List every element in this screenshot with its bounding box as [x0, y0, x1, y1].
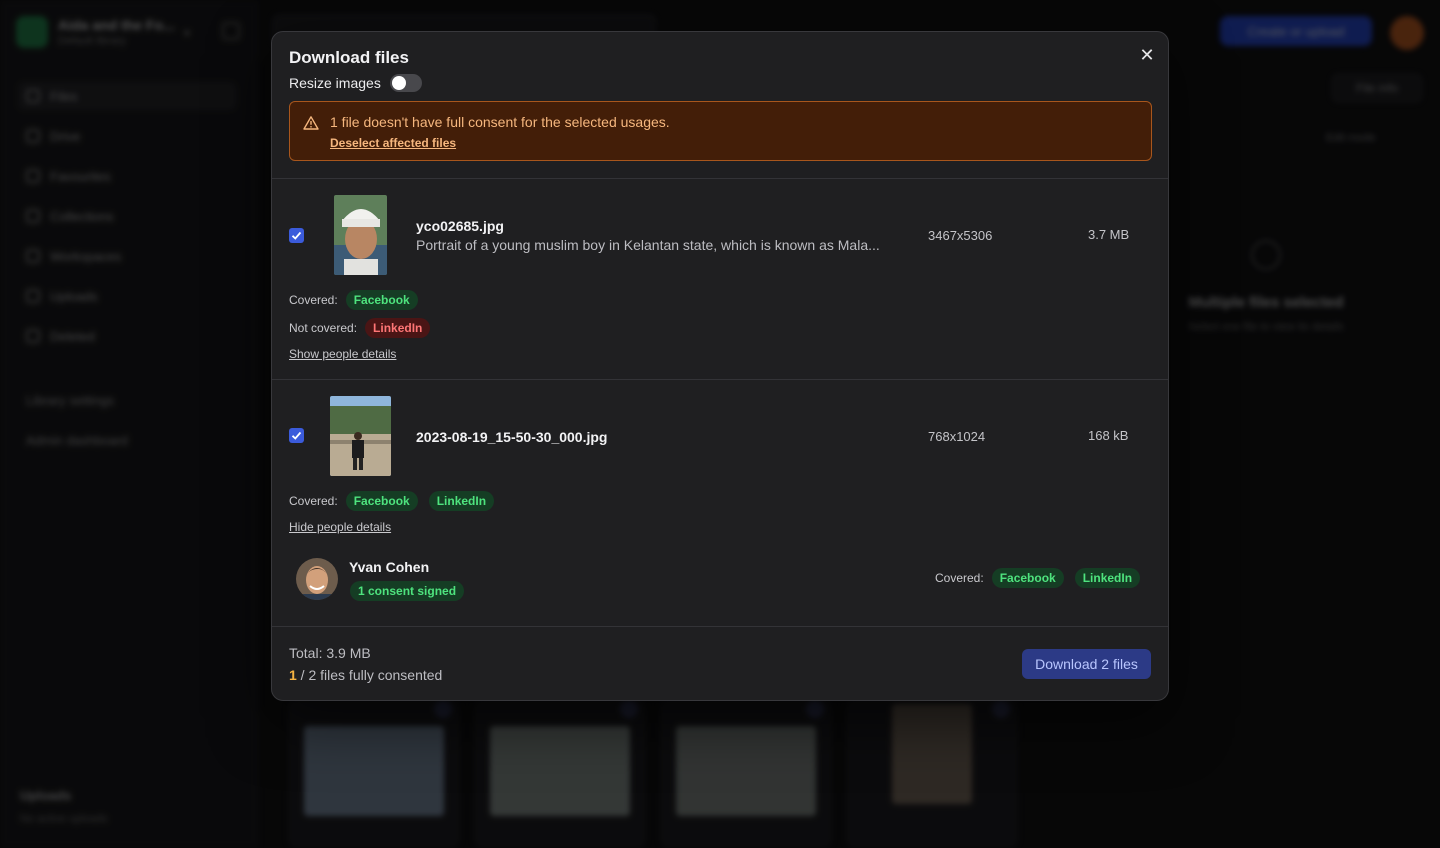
person-covered-usages: Covered: Facebook LinkedIn: [935, 568, 1141, 588]
dialog-title: Download files: [289, 48, 409, 67]
not-covered-label: Not covered:: [289, 321, 358, 335]
person-avatar: [296, 558, 338, 600]
covered-label: Covered:: [289, 494, 338, 508]
covered-usages: Covered: Facebook: [289, 290, 418, 310]
consented-count: 1: [289, 667, 297, 683]
not-covered-usages: Not covered: LinkedIn: [289, 318, 431, 338]
total-size: Total: 3.9 MB: [289, 645, 371, 661]
divider: [272, 178, 1168, 179]
file-description: Portrait of a young muslim boy in Kelant…: [416, 237, 880, 253]
usage-tag-linkedin: LinkedIn: [365, 318, 431, 338]
show-people-details-link[interactable]: Show people details: [289, 347, 396, 361]
file-name: 2023-08-19_15-50-30_000.jpg: [416, 429, 608, 445]
hide-people-details-link[interactable]: Hide people details: [289, 520, 391, 534]
deselect-affected-link[interactable]: Deselect affected files: [330, 136, 456, 150]
warning-text: 1 file doesn't have full consent for the…: [330, 114, 670, 130]
file-name: yco02685.jpg: [416, 218, 504, 234]
warning-icon: [303, 116, 319, 130]
file-checkbox[interactable]: [289, 228, 304, 243]
covered-usages: Covered: Facebook LinkedIn: [289, 491, 495, 511]
resize-images-toggle[interactable]: [389, 74, 422, 92]
divider: [272, 626, 1168, 627]
download-files-dialog: Download files ✕ Resize images 1 file do…: [271, 31, 1169, 701]
consent-summary: 1 / 2 files fully consented: [289, 667, 442, 683]
file-dimensions: 768x1024: [928, 429, 986, 444]
covered-label: Covered:: [935, 571, 984, 585]
usage-tag-linkedin: LinkedIn: [1074, 568, 1141, 588]
usage-tag-facebook: Facebook: [345, 491, 418, 511]
consent-count-badge: 1 consent signed: [350, 581, 465, 601]
close-icon[interactable]: ✕: [1138, 46, 1156, 64]
check-icon: [291, 231, 302, 240]
file-dimensions: 3467x5306: [928, 228, 993, 243]
usage-tag-facebook: Facebook: [991, 568, 1064, 588]
file-thumbnail: [330, 396, 391, 476]
file-size: 3.7 MB: [1088, 227, 1130, 242]
file-size: 168 kB: [1088, 428, 1129, 443]
file-checkbox[interactable]: [289, 428, 304, 443]
check-icon: [291, 431, 302, 440]
download-button[interactable]: Download 2 files: [1022, 649, 1151, 679]
divider: [272, 379, 1168, 380]
consent-warning-banner: 1 file doesn't have full consent for the…: [289, 101, 1152, 161]
resize-images-label: Resize images: [289, 75, 381, 91]
consented-text: / 2 files fully consented: [296, 667, 443, 683]
person-name: Yvan Cohen: [349, 559, 430, 575]
covered-label: Covered:: [289, 293, 338, 307]
file-thumbnail: [334, 195, 387, 275]
usage-tag-linkedin: LinkedIn: [428, 491, 495, 511]
usage-tag-facebook: Facebook: [345, 290, 418, 310]
resize-images-row: Resize images: [289, 74, 422, 92]
